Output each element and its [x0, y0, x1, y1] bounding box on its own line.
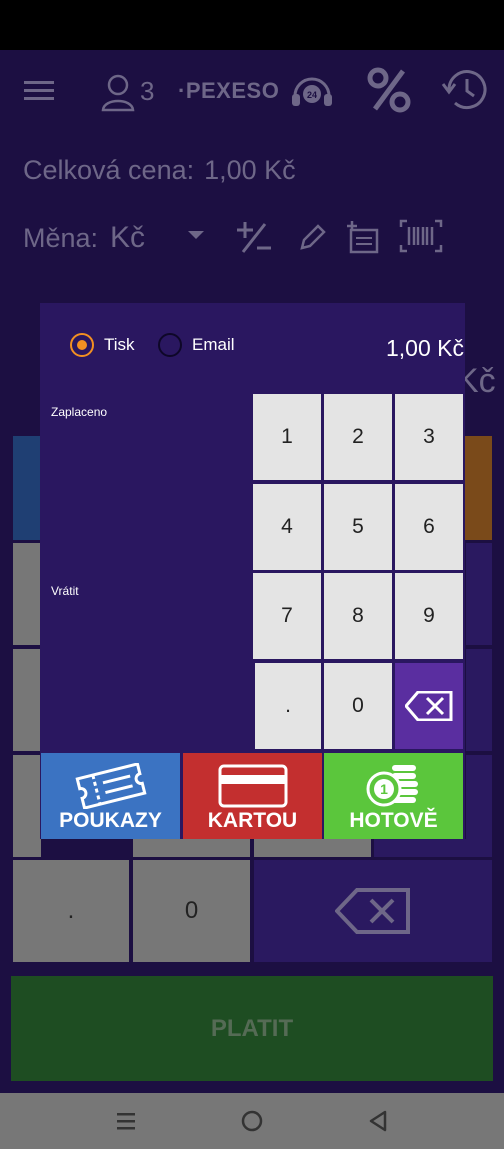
- total-label: Celková cena:: [23, 155, 195, 185]
- backspace-icon: [405, 691, 453, 721]
- background-key-zero: 0: [133, 860, 250, 962]
- status-bar: [0, 0, 504, 50]
- key-label: 9: [423, 604, 435, 627]
- key-1[interactable]: 1: [253, 394, 321, 480]
- key-label: 5: [352, 515, 364, 538]
- background-key: [133, 839, 250, 857]
- vouchers-button[interactable]: POUKAZY: [41, 753, 180, 839]
- background-key-dot-label: .: [67, 897, 75, 924]
- back-icon[interactable]: [364, 1107, 392, 1135]
- background-blue-tile: [13, 436, 43, 540]
- recent-apps-icon[interactable]: [112, 1108, 140, 1134]
- currency-label: Měna:: [23, 222, 99, 253]
- currency-selector[interactable]: Měna: Kč: [23, 218, 145, 258]
- vouchers-label: POUKAZY: [59, 809, 162, 832]
- menu-icon[interactable]: [22, 76, 56, 106]
- backspace-key[interactable]: [395, 663, 463, 749]
- credit-card-icon: [218, 764, 287, 808]
- chevron-down-icon[interactable]: [188, 231, 204, 239]
- svg-text:1: 1: [380, 781, 388, 797]
- background-orange-tile: [462, 436, 492, 540]
- ticket-icon: [74, 763, 147, 809]
- radio-print[interactable]: Tisk: [70, 333, 135, 357]
- percent-icon[interactable]: [366, 66, 412, 114]
- backspace-icon: [335, 888, 410, 934]
- pay-button[interactable]: PLATIT: [11, 976, 493, 1081]
- key-label: 4: [281, 515, 293, 538]
- history-icon[interactable]: [440, 66, 490, 114]
- total-price: Celková cena: 1,00 Kč: [23, 155, 306, 186]
- change-label: Vrátit: [51, 584, 79, 598]
- key-label: 7: [281, 604, 293, 627]
- key-8[interactable]: 8: [324, 573, 392, 659]
- key-2[interactable]: 2: [324, 394, 392, 480]
- key-5[interactable]: 5: [324, 484, 392, 570]
- user-icon[interactable]: [98, 70, 138, 114]
- background-key: [466, 649, 492, 751]
- home-icon[interactable]: [238, 1107, 266, 1135]
- radio-email-label: Email: [192, 335, 235, 354]
- key-0[interactable]: 0: [324, 663, 392, 749]
- radio-unchecked-icon: [158, 333, 182, 357]
- headset-24-icon[interactable]: 24: [288, 70, 336, 114]
- cash-button[interactable]: 1 HOTOVĚ: [324, 753, 463, 839]
- cash-label: HOTOVĚ: [349, 809, 438, 832]
- key-label: 2: [352, 425, 364, 448]
- currency-value: Kč: [110, 221, 146, 254]
- key-label: 1: [281, 425, 293, 448]
- total-value: 1,00 Kč: [204, 155, 296, 185]
- key-label: 8: [352, 604, 364, 627]
- key-3[interactable]: 3: [395, 394, 463, 480]
- paid-label: Zaplaceno: [51, 405, 108, 419]
- background-key: [13, 649, 41, 751]
- user-count: 3: [140, 76, 155, 106]
- key-9[interactable]: 9: [395, 573, 463, 659]
- key-label: 3: [423, 425, 435, 448]
- background-key: [13, 755, 41, 857]
- radio-print-label: Tisk: [104, 335, 135, 354]
- radio-email[interactable]: Email: [158, 333, 235, 357]
- key-label: 6: [423, 515, 435, 538]
- key-7[interactable]: 7: [253, 573, 321, 659]
- barcode-icon[interactable]: [398, 218, 444, 254]
- background-key: [374, 839, 492, 857]
- coins-icon: 1: [366, 765, 418, 807]
- pencil-icon[interactable]: [296, 220, 328, 254]
- background-key-zero-label: 0: [184, 897, 199, 924]
- dialog-amount: 1,00 Kč: [386, 335, 464, 361]
- pexeso-logo: ·PEXESO: [178, 78, 280, 103]
- key-6[interactable]: 6: [395, 484, 463, 570]
- card-button[interactable]: KARTOU: [183, 753, 322, 839]
- key-dot[interactable]: .: [255, 663, 321, 749]
- key-label: 0: [352, 694, 364, 717]
- add-note-icon[interactable]: [344, 218, 380, 256]
- key-4[interactable]: 4: [253, 484, 321, 570]
- background-key: [13, 543, 41, 645]
- background-key-dot: .: [13, 860, 129, 962]
- plus-minus-icon[interactable]: [234, 218, 274, 258]
- card-label: KARTOU: [207, 809, 298, 832]
- radio-checked-icon: [70, 333, 94, 357]
- background-key: [466, 543, 492, 645]
- svg-text:24: 24: [307, 90, 317, 100]
- background-backspace-key: [254, 860, 492, 962]
- background-key: [254, 839, 371, 857]
- key-label: .: [285, 694, 291, 717]
